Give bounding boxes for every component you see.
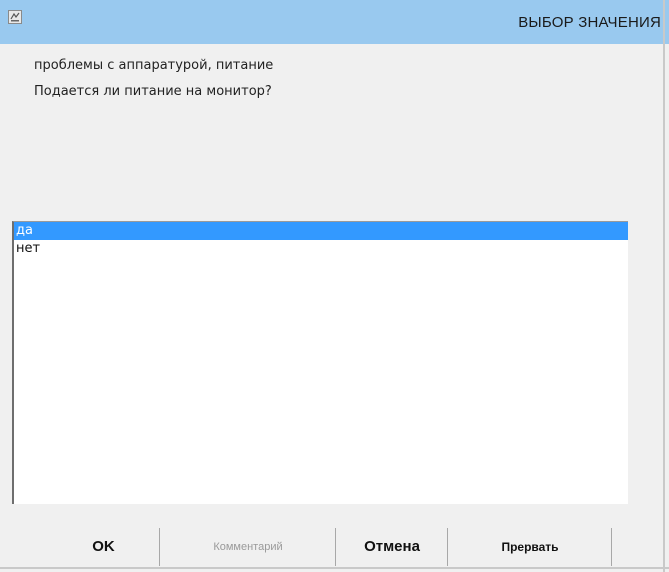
problem-category-text: проблемы с аппаратурой, питание xyxy=(34,58,274,73)
options-listbox[interactable]: да нет xyxy=(12,221,628,504)
comment-button[interactable]: Комментарий xyxy=(161,528,336,566)
question-text: Подается ли питание на монитор? xyxy=(34,84,272,99)
cancel-button[interactable]: Отмена xyxy=(337,528,448,566)
ok-button[interactable]: OK xyxy=(48,528,160,566)
option-no[interactable]: нет xyxy=(14,240,628,258)
title-bar[interactable]: ВЫБОР ЗНАЧЕНИЯ xyxy=(0,0,669,44)
window-right-border xyxy=(663,0,665,572)
window-title: ВЫБОР ЗНАЧЕНИЯ xyxy=(518,14,661,31)
option-yes[interactable]: да xyxy=(14,222,628,240)
app-icon[interactable] xyxy=(8,9,22,24)
window-bottom-border xyxy=(0,567,669,569)
abort-button[interactable]: Прервать xyxy=(449,528,612,566)
value-selection-dialog: ВЫБОР ЗНАЧЕНИЯ проблемы с аппаратурой, п… xyxy=(0,0,669,572)
